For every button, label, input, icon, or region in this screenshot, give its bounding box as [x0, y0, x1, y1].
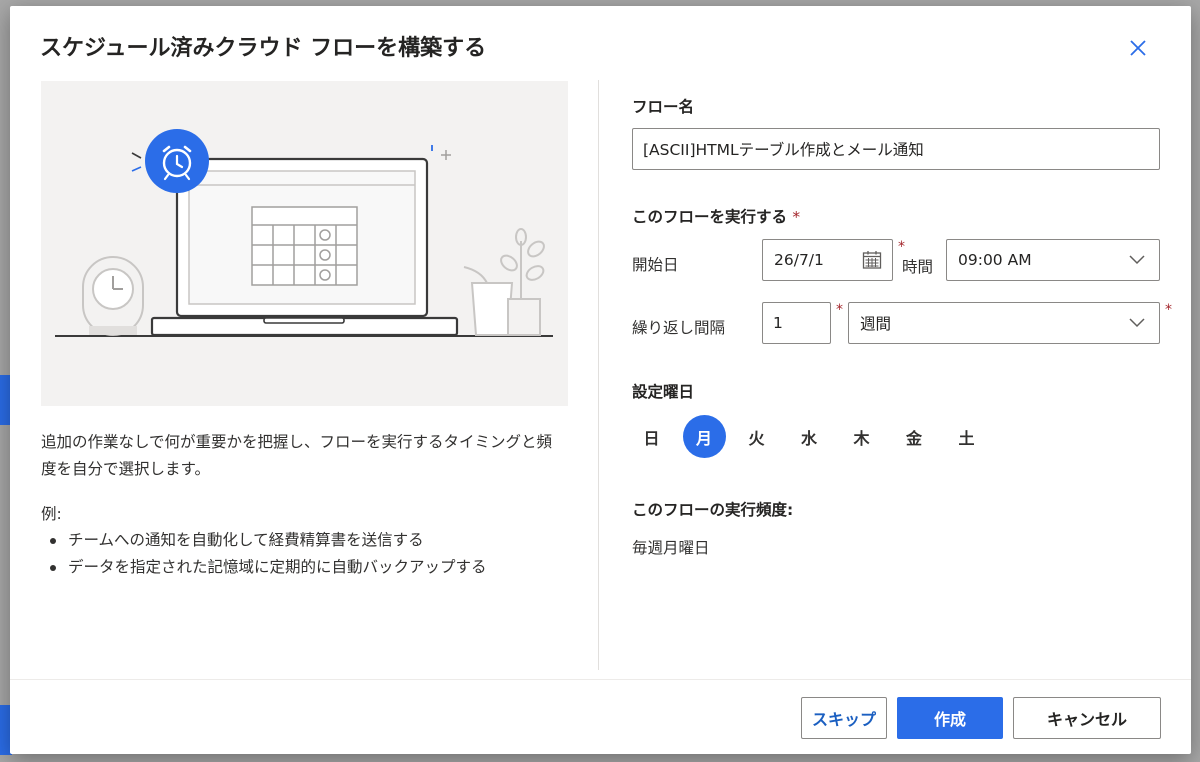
desk-clock-graphic: [82, 256, 144, 336]
laptop-graphic: [150, 157, 459, 337]
footer-divider: [10, 679, 1191, 680]
frequency-value: 毎週月曜日: [632, 539, 710, 557]
column-divider: [598, 80, 599, 670]
frequency-label: このフローの実行頻度:: [632, 501, 794, 519]
plant-graphic: [463, 228, 545, 336]
example-item: チームへの通知を自動化して経費精算書を送信する: [48, 527, 487, 554]
run-section-label: このフローを実行する *: [632, 205, 800, 227]
required-asterisk: *: [898, 239, 905, 255]
time-dropdown[interactable]: 09:00 AM: [946, 239, 1160, 281]
dialog-title: スケジュール済みクラウド フローを構築する: [40, 36, 487, 61]
weekday-saturday[interactable]: 土: [945, 415, 988, 458]
time-value: 09:00 AM: [958, 251, 1032, 269]
illustration: [41, 81, 568, 406]
weekday-monday[interactable]: 月: [682, 415, 726, 458]
weekday-friday[interactable]: 金: [893, 415, 936, 458]
required-asterisk: *: [792, 208, 801, 226]
chevron-down-icon: [1129, 252, 1145, 268]
weekday-selector: 日 月 火 水 木 金 土: [630, 415, 998, 458]
laptop-illustration: [55, 129, 553, 337]
build-scheduled-flow-dialog: スケジュール済みクラウド フローを構築する 追加の作業なしで何が重要かを把握し、…: [10, 6, 1191, 754]
weekday-sunday[interactable]: 日: [630, 415, 673, 458]
chevron-down-icon: [1129, 315, 1145, 331]
repeat-count-input[interactable]: [762, 302, 831, 344]
close-icon: [1130, 40, 1146, 56]
start-date-label: 開始日: [632, 256, 679, 274]
close-button[interactable]: [1126, 36, 1150, 60]
weekday-wednesday[interactable]: 水: [788, 415, 831, 458]
start-date-value: 26/7/1: [774, 251, 824, 269]
start-date-picker[interactable]: 26/7/1: [762, 239, 893, 281]
repeat-unit-dropdown[interactable]: 週間: [848, 302, 1160, 344]
skip-button[interactable]: スキップ: [801, 697, 887, 739]
weekday-label: 設定曜日: [632, 383, 695, 401]
repeat-unit-value: 週間: [860, 315, 892, 333]
alarm-clock-icon: [145, 129, 209, 193]
weekday-tuesday[interactable]: 火: [735, 415, 778, 458]
examples-heading: 例:: [41, 505, 62, 523]
flow-name-input[interactable]: [632, 128, 1160, 170]
weekday-thursday[interactable]: 木: [840, 415, 883, 458]
example-item: データを指定された記憶域に定期的に自動バックアップする: [48, 554, 487, 581]
time-label: 時間: [902, 258, 934, 276]
calendar-icon[interactable]: [862, 250, 882, 270]
flow-description: 追加の作業なしで何が重要かを把握し、フローを実行するタイミングと頻度を自分で選択…: [41, 433, 553, 478]
examples-list: チームへの通知を自動化して経費精算書を送信する データを指定された記憶域に定期的…: [48, 527, 487, 581]
run-section-label-text: このフローを実行する: [632, 208, 788, 226]
required-asterisk: *: [1165, 302, 1172, 318]
repeat-interval-label: 繰り返し間隔: [632, 319, 726, 337]
flow-name-label: フロー名: [632, 98, 695, 116]
required-asterisk: *: [836, 302, 843, 318]
create-button[interactable]: 作成: [897, 697, 1003, 739]
cancel-button[interactable]: キャンセル: [1013, 697, 1161, 739]
